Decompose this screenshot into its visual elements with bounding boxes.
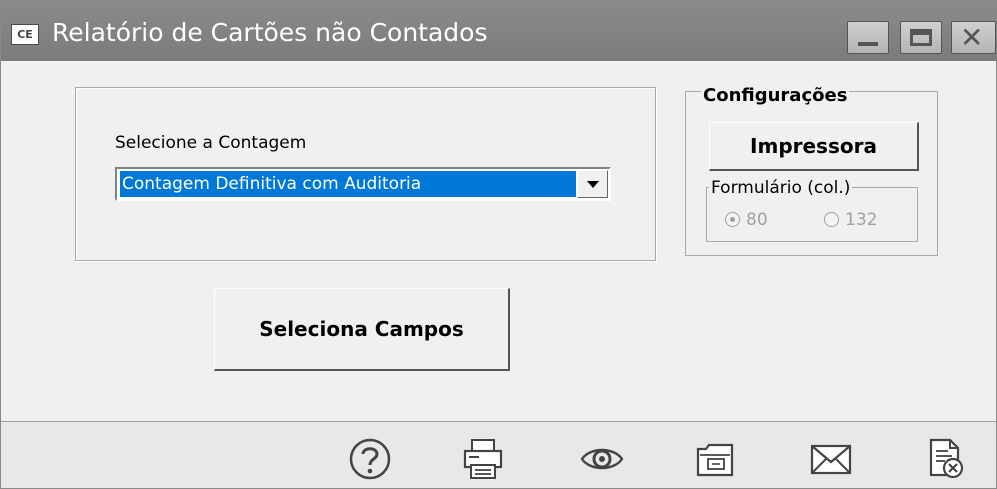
app-badge-icon: CE bbox=[11, 24, 39, 45]
maximize-button[interactable] bbox=[900, 21, 942, 54]
select-fields-label: Seleciona Campos bbox=[259, 317, 464, 341]
close-report-icon[interactable] bbox=[921, 437, 969, 481]
chevron-down-icon bbox=[587, 181, 599, 188]
printer-button[interactable]: Impressora bbox=[709, 122, 919, 171]
mail-icon[interactable] bbox=[807, 437, 855, 481]
minimize-button[interactable] bbox=[847, 21, 889, 54]
close-button[interactable]: ✕ bbox=[951, 21, 996, 54]
configuracoes-title: Configurações bbox=[701, 85, 850, 106]
radio-checked-icon bbox=[725, 212, 740, 227]
help-icon[interactable] bbox=[346, 437, 394, 481]
radio-unchecked-icon bbox=[824, 212, 839, 227]
printer-button-label: Impressora bbox=[750, 134, 877, 158]
close-icon: ✕ bbox=[960, 21, 984, 54]
maximize-icon bbox=[910, 29, 932, 46]
selecione-label: Selecione a Contagem bbox=[115, 133, 307, 153]
window-title: Relatório de Cartões não Contados bbox=[52, 18, 488, 47]
folder-icon[interactable] bbox=[692, 437, 740, 481]
preview-icon[interactable] bbox=[578, 437, 626, 481]
minimize-icon bbox=[858, 42, 878, 46]
radio-132[interactable]: 132 bbox=[824, 210, 877, 230]
formulario-title: Formulário (col.) bbox=[709, 178, 853, 198]
select-fields-button[interactable]: Seleciona Campos bbox=[214, 288, 510, 371]
print-icon[interactable] bbox=[459, 437, 507, 481]
contagem-selected-value[interactable]: Contagem Definitiva com Auditoria bbox=[119, 170, 577, 198]
radio-80-label: 80 bbox=[746, 210, 768, 230]
radio-132-label: 132 bbox=[845, 210, 878, 230]
dropdown-arrow-button[interactable] bbox=[577, 170, 608, 198]
report-window: CE Relatório de Cartões não Contados ✕ S… bbox=[0, 0, 997, 489]
title-bar[interactable]: CE Relatório de Cartões não Contados ✕ bbox=[1, 1, 997, 61]
radio-80[interactable]: 80 bbox=[725, 210, 768, 230]
contagem-select[interactable]: Contagem Definitiva com Auditoria bbox=[115, 167, 611, 201]
